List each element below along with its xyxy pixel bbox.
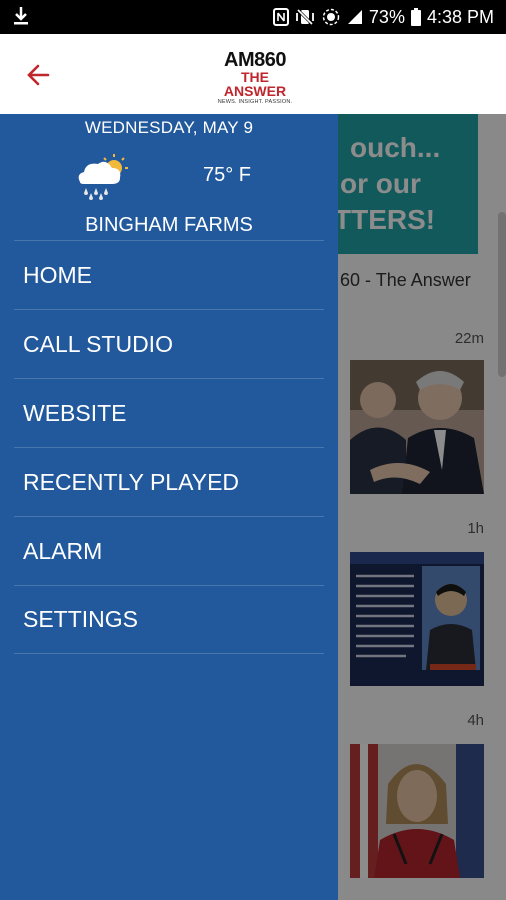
menu-item-alarm[interactable]: ALARM — [14, 516, 324, 585]
status-bar: 73% 4:38 PM — [0, 0, 506, 34]
location-icon — [321, 8, 341, 26]
app-bar: AM860 THE ANSWER NEWS. INSIGHT. PASSION. — [0, 34, 506, 115]
rain-cloud-sun-icon — [72, 152, 130, 200]
logo-tagline: NEWS. INSIGHT. PASSION. — [217, 99, 293, 105]
battery-icon — [410, 8, 421, 26]
status-time: 4:38 PM — [426, 6, 494, 27]
battery-percent: 73% — [368, 6, 405, 27]
signal-icon — [347, 9, 363, 25]
menu-item-website[interactable]: WEBSITE — [14, 378, 324, 447]
menu-item-call-studio[interactable]: CALL STUDIO — [14, 309, 324, 378]
logo-line2: THE ANSWER — [223, 69, 287, 99]
logo-line1: AM860 — [224, 49, 286, 71]
back-button[interactable] — [22, 58, 56, 92]
navigation-drawer: WEDNESDAY, MAY 9 75° F BINGHAM FARMS HOM… — [0, 114, 338, 900]
station-logo: AM860 THE ANSWER NEWS. INSIGHT. PASSION. — [214, 49, 296, 105]
download-icon — [12, 6, 30, 31]
temperature: 75° F — [203, 164, 252, 186]
weather-location: BINGHAM FARMS — [85, 214, 253, 236]
menu-item-settings[interactable]: SETTINGS — [14, 585, 324, 654]
arrow-back-icon — [27, 64, 50, 86]
menu-item-home[interactable]: HOME — [14, 240, 324, 309]
drawer-menu: HOME CALL STUDIO WEBSITE RECENTLY PLAYED… — [14, 240, 324, 654]
menu-item-recently-played[interactable]: RECENTLY PLAYED — [14, 447, 324, 516]
nfc-icon — [272, 8, 289, 26]
vibrate-icon — [295, 8, 315, 26]
weather-date: WEDNESDAY, MAY 9 — [84, 118, 254, 137]
